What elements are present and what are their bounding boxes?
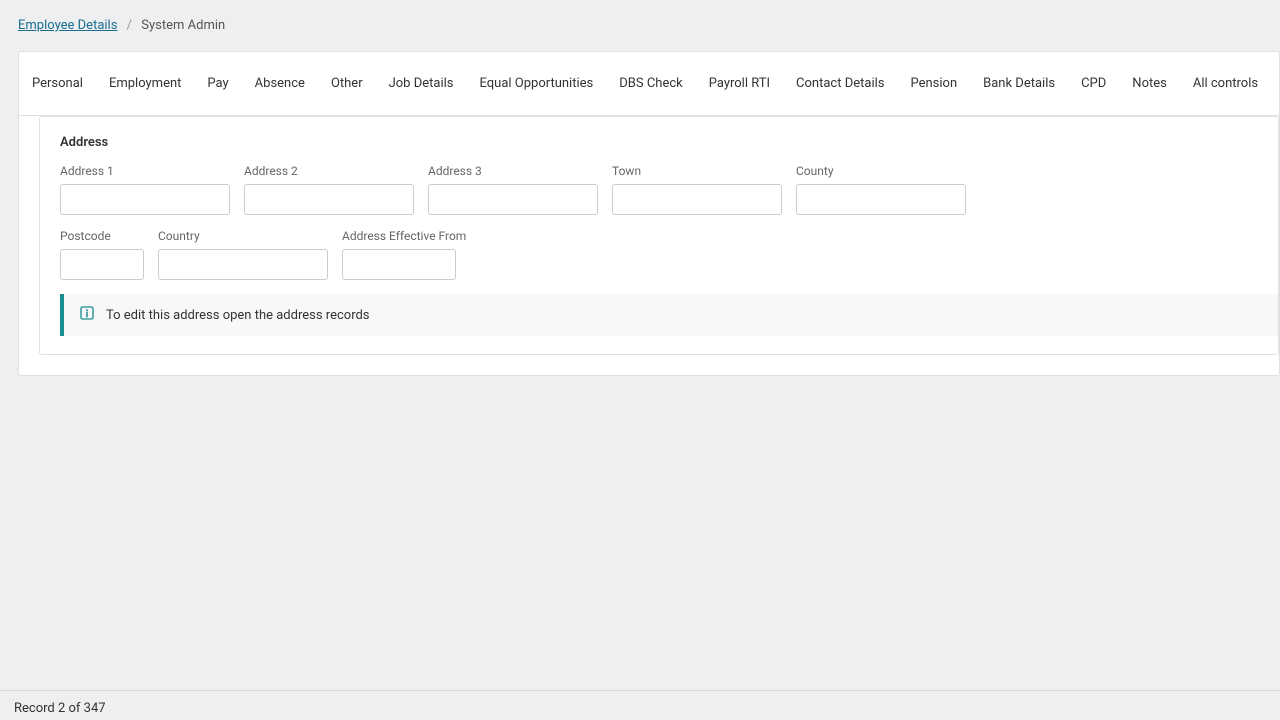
label-country: Country xyxy=(158,229,328,243)
breadcrumb-current: System Admin xyxy=(141,18,225,33)
label-town: Town xyxy=(612,164,782,178)
tab-pay[interactable]: Pay xyxy=(194,52,241,115)
field-address2: Address 2 xyxy=(244,164,414,215)
field-country: Country xyxy=(158,229,328,280)
breadcrumb-separator: / xyxy=(127,18,132,33)
input-address-effective-from[interactable] xyxy=(342,249,456,280)
info-banner: To edit this address open the address re… xyxy=(60,294,1278,336)
field-town: Town xyxy=(612,164,782,215)
tab-contact-details[interactable]: Contact Details xyxy=(783,52,897,115)
input-county[interactable] xyxy=(796,184,966,215)
field-address1: Address 1 xyxy=(60,164,230,215)
input-address1[interactable] xyxy=(60,184,230,215)
tab-employment[interactable]: Employment xyxy=(96,52,194,115)
field-address3: Address 3 xyxy=(428,164,598,215)
input-postcode[interactable] xyxy=(60,249,144,280)
label-address3: Address 3 xyxy=(428,164,598,178)
footer-bar: Record 2 of 347 xyxy=(0,690,1280,720)
main-panel: Personal Employment Pay Absence Other Jo… xyxy=(18,51,1280,376)
info-banner-text: To edit this address open the address re… xyxy=(106,308,370,323)
tab-all-controls[interactable]: All controls xyxy=(1180,52,1271,115)
input-address3[interactable] xyxy=(428,184,598,215)
address-section-title: Address xyxy=(60,135,1278,150)
field-county: County xyxy=(796,164,966,215)
tab-job-details[interactable]: Job Details xyxy=(376,52,467,115)
label-postcode: Postcode xyxy=(60,229,144,243)
tab-notes[interactable]: Notes xyxy=(1119,52,1180,115)
tab-other[interactable]: Other xyxy=(318,52,376,115)
label-address-effective-from: Address Effective From xyxy=(342,229,466,243)
field-postcode: Postcode xyxy=(60,229,144,280)
record-status: Record 2 of 347 xyxy=(14,701,106,716)
tab-dbs-check[interactable]: DBS Check xyxy=(606,52,695,115)
field-address-effective-from: Address Effective From xyxy=(342,229,466,280)
breadcrumb-link-employee-details[interactable]: Employee Details xyxy=(18,18,117,33)
tab-cpd[interactable]: CPD xyxy=(1068,52,1119,115)
info-icon xyxy=(78,304,96,326)
address-card: Address Address 1 Address 2 Address 3 To… xyxy=(39,116,1279,355)
tab-bank-details[interactable]: Bank Details xyxy=(970,52,1068,115)
tab-pension[interactable]: Pension xyxy=(897,52,970,115)
input-country[interactable] xyxy=(158,249,328,280)
tab-personal[interactable]: Personal xyxy=(19,52,96,115)
tab-payroll-rti[interactable]: Payroll RTI xyxy=(696,52,783,115)
tab-equal-opportunities[interactable]: Equal Opportunities xyxy=(467,52,607,115)
tab-bar: Personal Employment Pay Absence Other Jo… xyxy=(19,52,1279,116)
address-row-2: Postcode Country Address Effective From xyxy=(60,229,1278,280)
address-row-1: Address 1 Address 2 Address 3 Town Count… xyxy=(60,164,1278,215)
label-address2: Address 2 xyxy=(244,164,414,178)
label-address1: Address 1 xyxy=(60,164,230,178)
input-address2[interactable] xyxy=(244,184,414,215)
label-county: County xyxy=(796,164,966,178)
breadcrumb: Employee Details / System Admin xyxy=(0,0,1280,51)
input-town[interactable] xyxy=(612,184,782,215)
tab-absence[interactable]: Absence xyxy=(242,52,318,115)
content-area: Address Address 1 Address 2 Address 3 To… xyxy=(19,116,1279,375)
